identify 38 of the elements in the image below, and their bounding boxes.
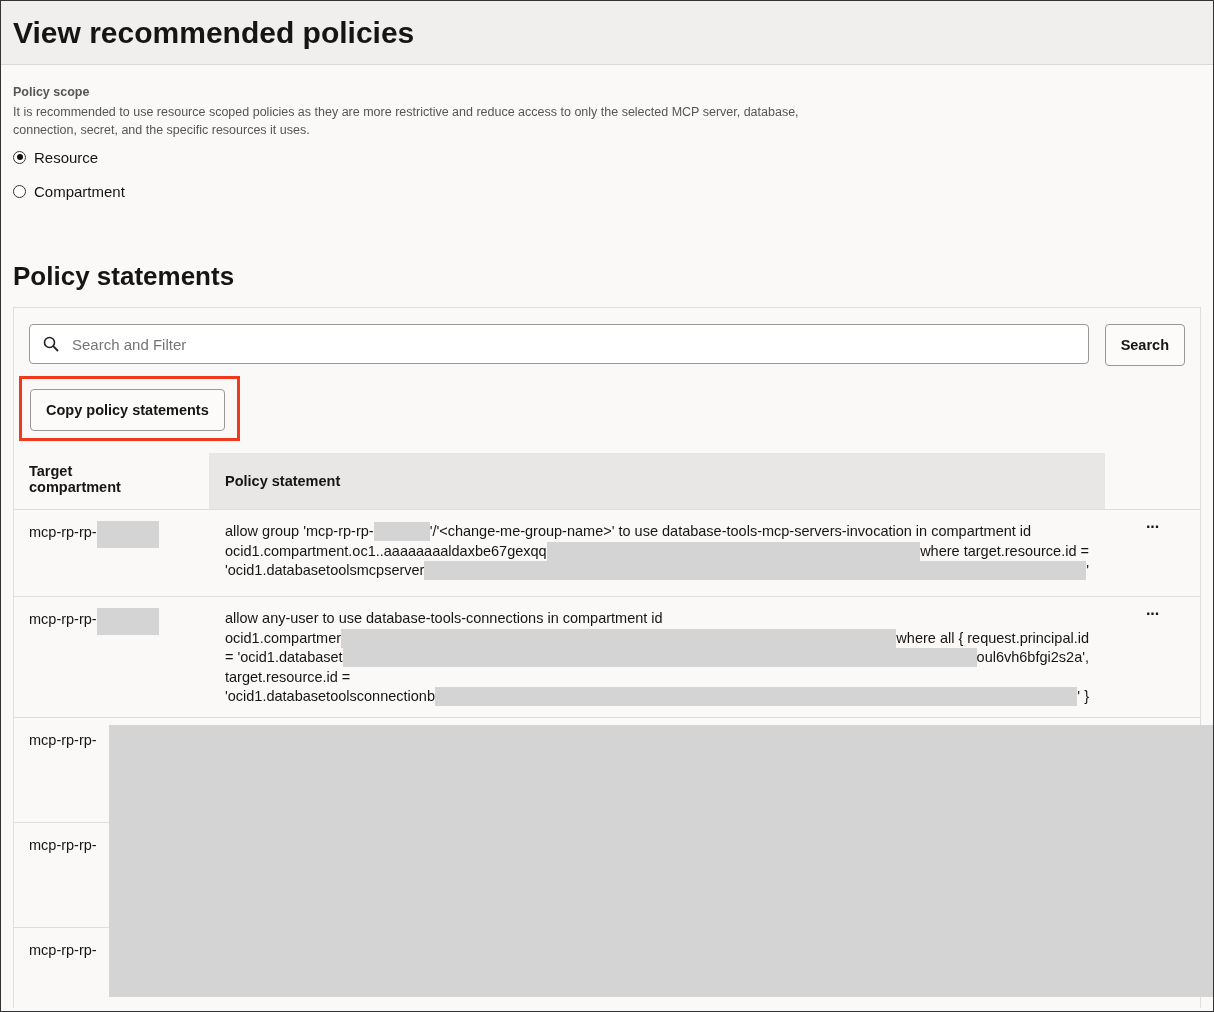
table-cell: mcp-rp-rp- (29, 941, 97, 958)
statement-text: ' } (1077, 687, 1089, 706)
statement-text: oul6vh6bfgi2s2a', (976, 648, 1089, 667)
radio-button[interactable] (13, 150, 26, 164)
statement-text: where target.resource.id = (920, 541, 1089, 561)
column-header: Policy statement (209, 453, 1105, 509)
radio-button[interactable] (13, 184, 26, 198)
statement-text: ' (1086, 561, 1089, 580)
statement-text: target.resource.id = (225, 667, 351, 687)
radio-option[interactable]: Compartment (13, 181, 1201, 201)
description-text: It is recommended to use resource scoped policies as they are more restrictive and reduce access to only the selected MCP server, database, connection, secret, and the specific resources it uses. (13, 104, 800, 139)
page-title: View recommended policies (13, 15, 415, 50)
search-button[interactable]: Search (1104, 324, 1185, 366)
statement-text: ocid1.compartmer (225, 628, 342, 648)
statement-text: allow group 'mcp-rp-rp- (225, 522, 374, 541)
table-cell: mcp-rp-rp- (29, 524, 97, 540)
column-header: Target compartment (29, 463, 121, 495)
copy-button[interactable]: Copy policy statements (30, 389, 225, 431)
redaction-block (373, 522, 430, 541)
more-actions-button[interactable]: ··· (1142, 518, 1163, 536)
table-cell: mcp-rp-rp- (29, 731, 97, 748)
search-icon (43, 336, 59, 352)
table-cell: mcp-rp-rp- (29, 611, 97, 627)
statement-text: where all { request.principal.id (896, 628, 1089, 648)
section-title: Policy statements (13, 261, 236, 292)
search-field[interactable]: Search and Filter (29, 324, 1089, 364)
statement-text: 'ocid1.databasetoolsmcpserver (225, 561, 425, 580)
more-actions-button[interactable]: ··· (1142, 605, 1163, 623)
radio-label: Resource (34, 148, 99, 166)
field-label: Policy scope (13, 85, 91, 99)
statement-text: '/'<change-me-group-name>' to use database-tools-mcp-servers-invocation in compartment id (429, 522, 1032, 541)
statement-text: = 'ocid1.databaset (225, 648, 343, 667)
statement-text: 'ocid1.databasetoolsconnectionb (225, 687, 435, 706)
radio-label: Compartment (34, 182, 125, 200)
radio-option[interactable]: Resource (13, 147, 1201, 167)
statement-text: ocid1.compartment.oc1..aaaaaaaaldaxbe67gexqq (225, 541, 547, 561)
table-cell: mcp-rp-rp- (29, 836, 97, 853)
statement-text: allow any-user to use database-tools-connections in compartment id (225, 609, 663, 628)
